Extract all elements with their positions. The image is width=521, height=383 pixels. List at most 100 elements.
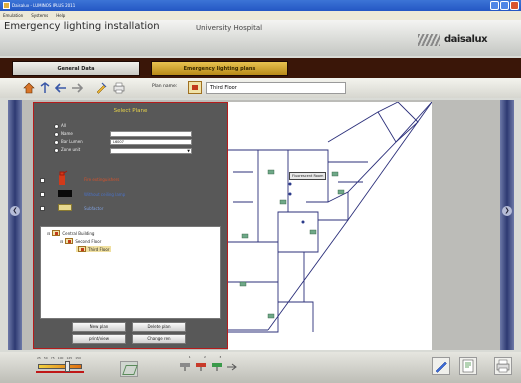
logo-stripes (418, 34, 440, 46)
menu-help[interactable]: Help (56, 11, 65, 20)
luminaire-red-icon[interactable] (194, 362, 208, 372)
option-bar-lumen-label: Bar Lumen (61, 139, 83, 144)
right-collapse-bar[interactable]: ❯ (500, 100, 514, 350)
building-icon (52, 230, 61, 236)
close-button[interactable] (510, 1, 519, 10)
fire-extinguishers-label: Fire extinguishers (84, 177, 120, 182)
radio-name[interactable] (54, 132, 59, 137)
ceiling-lamp-icon (58, 190, 72, 197)
luminaire[interactable] (331, 171, 339, 177)
luminaire[interactable] (267, 169, 275, 175)
tab-emergency-plans[interactable]: Emergency lighting plans (151, 61, 288, 76)
zoom-indicator (36, 371, 84, 373)
arrow-right-icon[interactable] (226, 362, 238, 372)
layer-view-button[interactable] (120, 361, 138, 377)
extinguisher-icon (59, 170, 68, 185)
check-subfactor[interactable] (40, 206, 45, 211)
zoom-slider[interactable] (38, 364, 82, 369)
tree-grandchild-label: Third Floor (88, 246, 110, 252)
arrow-right-icon (72, 83, 83, 93)
home-button[interactable] (22, 81, 36, 95)
plan-name-label: Plan name: (152, 84, 178, 89)
dialog-title: Select Plane (113, 108, 148, 114)
menu-systems[interactable]: Systems (31, 11, 48, 20)
zoom-tick: 50 (43, 356, 48, 360)
radio-zone-unit[interactable] (54, 148, 59, 153)
zoom-tick: 125 (66, 356, 73, 360)
check-fire-extinguishers[interactable] (40, 178, 45, 183)
zoom-tick: 25 (37, 356, 41, 360)
print-bottom-button[interactable] (494, 357, 512, 375)
option-name-label: Name (61, 131, 73, 136)
room-label: Fluorescent Room (289, 172, 327, 180)
zoom-scale: 25 50 75 100 125 150 (37, 356, 81, 360)
zone-unit-select[interactable]: ▼ (110, 148, 192, 154)
bar-lumen-field[interactable]: L6007 (110, 139, 192, 145)
luminaire-gray-icon[interactable] (178, 362, 192, 372)
hierarchy-icon (40, 82, 50, 93)
left-collapse-bar[interactable]: ❮ (8, 100, 22, 350)
app-title: Emergency lighting installation (4, 21, 160, 32)
edit-pen-button[interactable] (432, 357, 450, 375)
back-button[interactable] (54, 81, 68, 95)
tree-selected-plan[interactable]: Third Floor (76, 246, 112, 252)
collapse-right-icon[interactable]: ❯ (502, 206, 512, 216)
report-icon (462, 359, 474, 373)
luminaire[interactable] (309, 229, 317, 235)
arrow-left-icon (55, 83, 66, 93)
zoom-tick: 150 (75, 356, 81, 360)
luminaire[interactable] (279, 199, 287, 205)
delete-plan-button[interactable]: Delete plan (132, 322, 186, 332)
brand-name: daisalux (444, 34, 488, 45)
home-icon (23, 82, 35, 94)
luminaire-green-icon[interactable] (210, 362, 224, 372)
floor-icon (65, 238, 74, 244)
printer-icon (496, 359, 510, 373)
menu-bar: Emulation Systems Help (0, 11, 521, 20)
expand-icon[interactable]: ⊟ (47, 231, 50, 236)
plan-name-field[interactable]: Third Floor (206, 82, 346, 94)
plan-icon (78, 246, 86, 252)
tab-general-data[interactable]: General Data (12, 61, 140, 76)
luminaire[interactable] (239, 281, 247, 287)
name-field[interactable] (110, 131, 192, 137)
luminaire-symbols (178, 362, 238, 372)
title-bar: Daisalux - LUMINOS IPLUS 2011 (0, 0, 521, 11)
print-button[interactable] (112, 81, 126, 95)
without-ceiling-label: Without ceiling lamp (84, 192, 126, 197)
zoom-tick: 100 (57, 356, 64, 360)
radio-all[interactable] (54, 124, 59, 129)
change-button[interactable]: Change ren (132, 334, 186, 344)
floor-plan-drawing[interactable] (228, 102, 432, 350)
pen-icon (435, 361, 447, 373)
tree-child-label: Second Floor (75, 238, 102, 244)
tree-child[interactable]: ⊟ Second Floor (60, 238, 101, 244)
symbol-numbers: 1 2 3 (182, 355, 228, 359)
plan-icon (188, 81, 202, 94)
menu-emulation[interactable]: Emulation (3, 11, 23, 20)
tree-root[interactable]: ⊟ Central Building (47, 230, 94, 236)
maximize-button[interactable] (500, 1, 509, 10)
symbol-number: 3 (219, 355, 222, 359)
edit-tool-button[interactable] (94, 81, 108, 95)
radio-bar-lumen[interactable] (54, 140, 59, 145)
window-title: Daisalux - LUMINOS IPLUS 2011 (12, 3, 76, 8)
expand-icon[interactable]: ⊟ (60, 239, 63, 244)
subfactor-label: Subfactor (84, 206, 104, 211)
minimize-button[interactable] (490, 1, 499, 10)
luminaire[interactable] (267, 313, 275, 319)
new-plan-button[interactable]: New plan (72, 322, 126, 332)
option-all-label: All (61, 123, 66, 128)
luminaire[interactable] (241, 233, 249, 239)
option-zone-unit-label: Zone unit (61, 147, 81, 152)
check-without-ceiling[interactable] (40, 192, 45, 197)
luminaire[interactable] (337, 189, 345, 195)
symbol-number: 2 (204, 355, 206, 359)
zoom-thumb[interactable] (65, 361, 71, 372)
collapse-left-icon[interactable]: ❮ (10, 206, 20, 216)
printer-icon (113, 82, 125, 94)
print-view-button[interactable]: print/view (72, 334, 126, 344)
forward-button[interactable] (70, 81, 84, 95)
calculate-button[interactable] (459, 357, 477, 375)
tree-up-button[interactable] (38, 81, 52, 95)
